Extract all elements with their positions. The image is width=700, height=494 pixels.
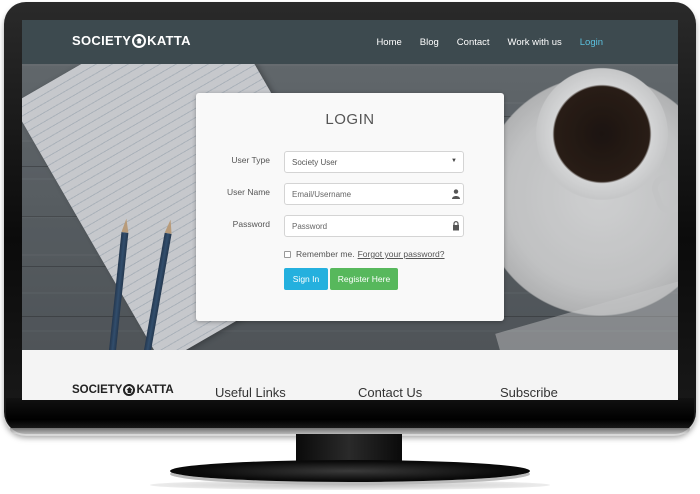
password-row: Password: [196, 215, 504, 237]
username-row: User Name: [196, 183, 504, 205]
remember-checkbox[interactable]: [284, 250, 291, 258]
footer-contact-heading: Contact Us: [358, 385, 423, 400]
monitor-stand-base: [170, 460, 530, 482]
password-label: Password: [232, 219, 270, 229]
nav-login[interactable]: Login: [571, 37, 612, 48]
footer-subscribe-heading: Subscribe: [500, 385, 558, 400]
remember-label: Remember me.: [296, 249, 355, 259]
brand-text-left: SOCIETY: [72, 33, 132, 48]
footer-brand-text-left: SOCIETY: [72, 384, 123, 396]
footer-useful-links-heading: Useful Links: [215, 385, 286, 400]
lock-icon: [453, 221, 459, 231]
register-button[interactable]: Register Here: [330, 268, 398, 290]
sign-in-button[interactable]: Sign In: [284, 268, 328, 290]
user-type-value: Society User: [292, 158, 338, 167]
login-title: LOGIN: [325, 111, 375, 128]
house-icon: [123, 384, 136, 396]
user-icon: [452, 189, 460, 199]
user-type-select[interactable]: Society User ▼: [284, 151, 464, 173]
forgot-password-link[interactable]: Forgot your password?: [358, 249, 445, 259]
remember-row: Remember me. Forgot your password?: [284, 249, 445, 259]
footer: SOCIETY KATTA Useful Links Contact Us Su…: [22, 350, 678, 400]
nav-contact[interactable]: Contact: [448, 37, 499, 48]
username-input[interactable]: [284, 183, 464, 205]
login-card: LOGIN User Type Society User ▼ User Name…: [196, 93, 504, 321]
footer-brand-logo[interactable]: SOCIETY KATTA: [72, 384, 174, 396]
nav-work-with-us[interactable]: Work with us: [499, 37, 571, 48]
username-label: User Name: [227, 187, 270, 197]
user-type-label: User Type: [231, 155, 270, 165]
nav-links: Home Blog Contact Work with us Login: [367, 20, 612, 64]
password-input[interactable]: [284, 215, 464, 237]
brand-logo[interactable]: SOCIETY KATTA: [72, 33, 191, 48]
user-type-row: User Type Society User ▼: [196, 151, 504, 173]
nav-home[interactable]: Home: [367, 37, 410, 48]
footer-brand-text-right: KATTA: [136, 384, 174, 396]
hero-background: LOGIN User Type Society User ▼ User Name…: [22, 64, 678, 350]
navbar: SOCIETY KATTA Home Blog Contact Work wit…: [22, 20, 678, 64]
screen: SOCIETY KATTA Home Blog Contact Work wit…: [22, 20, 678, 400]
brand-text-right: KATTA: [147, 33, 191, 48]
chevron-down-icon: ▼: [451, 158, 457, 164]
house-icon: [132, 33, 147, 48]
nav-blog[interactable]: Blog: [411, 37, 448, 48]
